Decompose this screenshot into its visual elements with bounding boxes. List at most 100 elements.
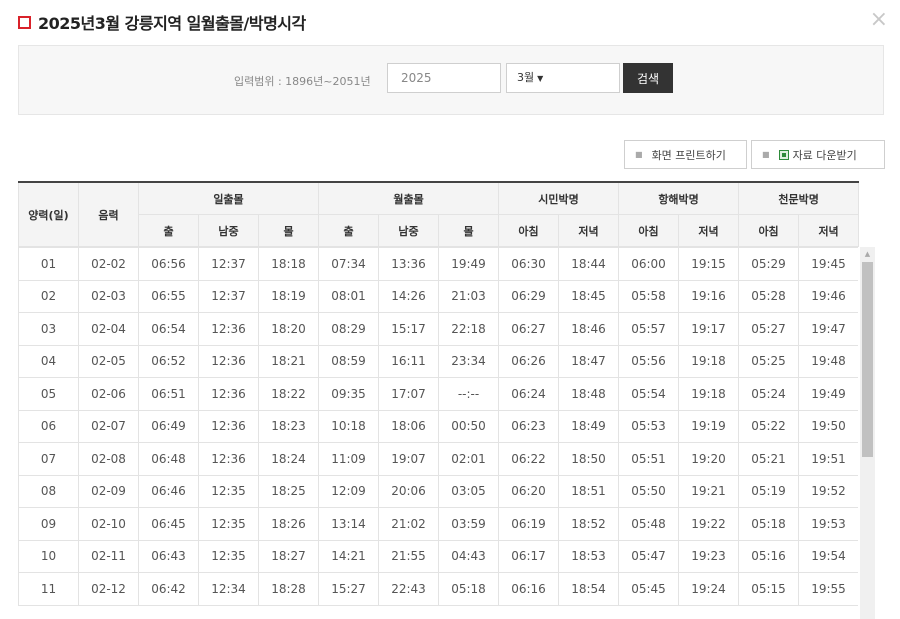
table-cell: 05:50 <box>618 474 679 508</box>
table-cell: 12:37 <box>198 247 259 281</box>
table-cell: 18:25 <box>258 474 319 508</box>
table-cell: 21:55 <box>378 539 439 573</box>
table-cell: 06:56 <box>138 247 199 281</box>
search-button[interactable]: 검색 <box>623 63 673 93</box>
table-row: 01 02-02 06:56 12:37 18:18 07:34 13:36 19:49 06:… <box>18 247 858 281</box>
caret-down-icon: ▼ <box>537 74 544 83</box>
table-cell: 02-12 <box>78 572 139 606</box>
title-bar: 2025년3월 강릉지역 일월출몰/박명시각 <box>18 9 306 35</box>
table-cell: 04:43 <box>438 539 499 573</box>
table-cell: 08:29 <box>318 312 379 346</box>
table-cell: 03:59 <box>438 507 499 541</box>
bullet-icon: ■ <box>762 150 770 159</box>
download-button[interactable]: ■ 자료 다운받기 <box>751 140 885 169</box>
table-cell: 21:02 <box>378 507 439 541</box>
table-cell: 06:20 <box>498 474 559 508</box>
scroll-thumb[interactable] <box>862 262 873 457</box>
table-cell: 06:22 <box>498 442 559 476</box>
header-astronomical-twilight: 천문박명 <box>738 181 860 215</box>
table-cell: 05 <box>18 377 79 411</box>
table-row: 09 02-10 06:45 12:35 18:26 13:14 21:02 03:59 06:… <box>18 507 858 541</box>
header-sun: 일출몰 <box>137 181 320 215</box>
table-cell: 02-02 <box>78 247 139 281</box>
table-cell: 05:18 <box>738 507 799 541</box>
table-cell: 19:16 <box>678 279 739 313</box>
times-table: 01 02-02 06:56 12:37 18:18 07:34 13:36 19:49 06:… <box>18 247 858 606</box>
table-cell: 19:51 <box>798 442 858 476</box>
table-cell: 09 <box>18 507 79 541</box>
table-cell: 12:35 <box>198 474 259 508</box>
table-cell: 02-08 <box>78 442 139 476</box>
table-cell: 06:30 <box>498 247 559 281</box>
table-cell: 10:18 <box>318 409 379 443</box>
table-cell: 19:20 <box>678 442 739 476</box>
table-cell: 19:18 <box>678 377 739 411</box>
table-cell: 06:16 <box>498 572 559 606</box>
scroll-up-arrow-icon[interactable]: ▲ <box>860 247 875 262</box>
table-cell: 08 <box>18 474 79 508</box>
table-cell: 02-05 <box>78 344 139 378</box>
table-cell: 12:36 <box>198 344 259 378</box>
table-cell: 18:24 <box>258 442 319 476</box>
table-cell: 12:35 <box>198 507 259 541</box>
table-cell: 12:09 <box>318 474 379 508</box>
close-icon[interactable]: × <box>870 9 888 31</box>
table-cell: 05:56 <box>618 344 679 378</box>
print-button[interactable]: ■ 화면 프린트하기 <box>624 140 747 169</box>
table-row: 04 02-05 06:52 12:36 18:21 08:59 16:11 23:34 06:… <box>18 344 858 378</box>
table-cell: 06:51 <box>138 377 199 411</box>
table-cell: 19:45 <box>798 247 858 281</box>
table-cell: 06:23 <box>498 409 559 443</box>
table-cell: 06:24 <box>498 377 559 411</box>
table-cell: 12:36 <box>198 409 259 443</box>
header-civil-morning: 아침 <box>498 214 560 247</box>
table-cell: 17:07 <box>378 377 439 411</box>
table-cell: 18:50 <box>558 442 619 476</box>
table-cell: 08:59 <box>318 344 379 378</box>
table-cell: 11:09 <box>318 442 379 476</box>
vertical-scrollbar[interactable]: ▲ <box>860 247 875 619</box>
search-panel: 입력범위 : 1896년~2051년 3월▼ 검색 <box>18 45 884 115</box>
table-cell: 12:34 <box>198 572 259 606</box>
table-cell: 18:53 <box>558 539 619 573</box>
table-cell: 06:52 <box>138 344 199 378</box>
year-input[interactable] <box>387 63 501 93</box>
table-cell: 19:54 <box>798 539 858 573</box>
header-civil-evening: 저녁 <box>558 214 620 247</box>
table-cell: 02-06 <box>78 377 139 411</box>
month-select[interactable]: 3월 ▼ <box>506 63 620 93</box>
table-cell: 15:17 <box>378 312 439 346</box>
header-solar-date: 양력(일) <box>18 181 79 247</box>
table-cell: 05:53 <box>618 409 679 443</box>
table-cell: 05:58 <box>618 279 679 313</box>
table-cell: 05:28 <box>738 279 799 313</box>
download-label: 자료 다운받기 <box>792 148 857 162</box>
table-cell: 02-11 <box>78 539 139 573</box>
table-row: 11 02-12 06:42 12:34 18:28 15:27 22:43 05:18 06:… <box>18 572 858 606</box>
header-astro-evening: 저녁 <box>798 214 860 247</box>
table-cell: 19:53 <box>798 507 858 541</box>
table-cell: 05:27 <box>738 312 799 346</box>
table-cell: 03 <box>18 312 79 346</box>
table-cell: 18:47 <box>558 344 619 378</box>
table-cell: 18:44 <box>558 247 619 281</box>
table-cell: 10 <box>18 539 79 573</box>
table-cell: 06:48 <box>138 442 199 476</box>
table-cell: 18:46 <box>558 312 619 346</box>
table-cell: 12:36 <box>198 377 259 411</box>
table-scroll-area[interactable]: 01 02-02 06:56 12:37 18:18 07:34 13:36 19:49 06:… <box>18 247 858 619</box>
table-cell: 12:37 <box>198 279 259 313</box>
table-row: 07 02-08 06:48 12:36 18:24 11:09 19:07 02:01 06:… <box>18 442 858 476</box>
table-cell: 12:36 <box>198 312 259 346</box>
table-cell: 05:45 <box>618 572 679 606</box>
table-cell: 18:18 <box>258 247 319 281</box>
header-moonrise: 출 <box>318 214 380 247</box>
table-cell: 18:45 <box>558 279 619 313</box>
bullet-icon: ■ <box>635 150 643 159</box>
table-row: 10 02-11 06:43 12:35 18:27 14:21 21:55 04:43 06:… <box>18 539 858 573</box>
table-cell: 22:43 <box>378 572 439 606</box>
table-cell: 14:21 <box>318 539 379 573</box>
header-nautical-morning: 아침 <box>618 214 680 247</box>
header-astro-morning: 아침 <box>738 214 800 247</box>
table-cell: 18:28 <box>258 572 319 606</box>
